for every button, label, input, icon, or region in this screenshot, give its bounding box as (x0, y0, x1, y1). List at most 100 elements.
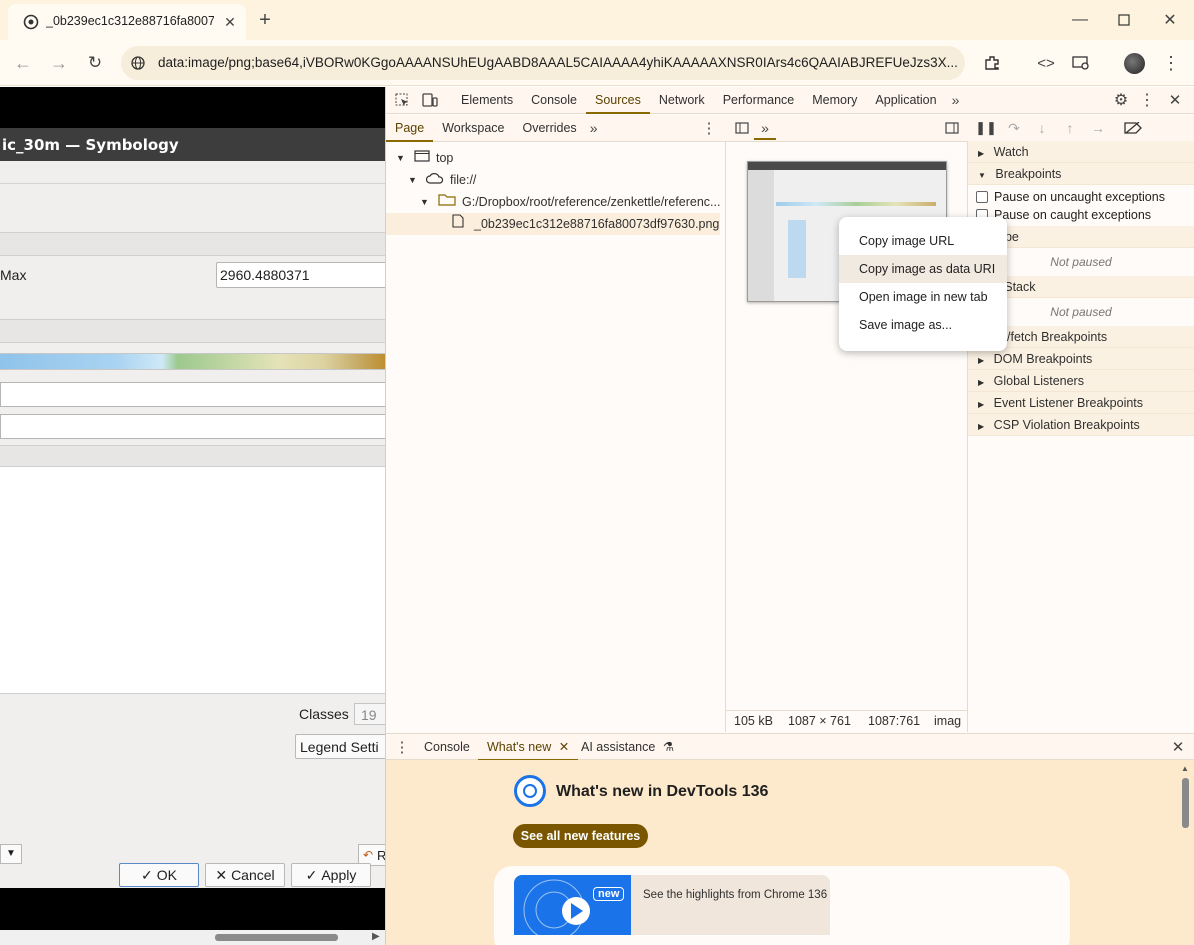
address-bar[interactable]: data:image/png;base64,iVBORw0KGgoAAAANSU… (121, 46, 965, 80)
classes-table[interactable] (0, 467, 385, 694)
close-devtools-icon[interactable]: ✕ (1164, 89, 1186, 111)
forward-icon[interactable]: → (48, 52, 70, 74)
expand-arrow-icon: ▼ (420, 197, 429, 207)
checkbox[interactable] (976, 191, 988, 203)
deactivate-breakpoints-icon[interactable] (1122, 118, 1144, 138)
tab-console[interactable]: Console (522, 87, 586, 114)
close-window-icon[interactable]: ✕ (1158, 8, 1182, 32)
scroll-right-icon[interactable]: ▶ (372, 931, 380, 942)
toggle-debugger-icon[interactable] (942, 118, 962, 138)
pause-uncaught-row[interactable]: Pause on uncaught exceptions (976, 188, 1165, 206)
extensions-icon[interactable] (980, 51, 1004, 75)
ok-button[interactable]: ✓ OK (119, 863, 199, 887)
tab-overrides[interactable]: Overrides (514, 115, 586, 142)
global-listeners-section[interactable]: ▶ Global Listeners (968, 370, 1194, 392)
color-ramp[interactable] (0, 353, 385, 370)
minimize-icon[interactable]: — (1068, 8, 1092, 32)
dark-footer (0, 888, 385, 930)
tab-page[interactable]: Page (386, 115, 434, 142)
drawer-kebab-icon[interactable]: ⋮ (394, 736, 410, 758)
favicon-icon (22, 13, 40, 31)
menu-copy-image-url[interactable]: Copy image URL (839, 227, 1007, 255)
tab-elements[interactable]: Elements (452, 87, 522, 114)
max-label: Max (0, 267, 27, 283)
breakpoints-section[interactable]: ▼ Breakpoints (968, 163, 1194, 185)
reload-icon[interactable]: ↻ (84, 52, 106, 74)
tree-item-folder[interactable]: ▼ G:/Dropbox/root/reference/zenkettle/re… (420, 191, 720, 213)
partial-button-label: R (377, 848, 386, 863)
editor-tabbar: » (726, 115, 968, 142)
maximize-icon[interactable] (1112, 8, 1136, 32)
menu-copy-data-uri[interactable]: Copy image as data URI (839, 255, 1007, 283)
highlights-video-link[interactable]: new See the highlights from Chrome 136 (514, 875, 830, 935)
tab-application[interactable]: Application (866, 87, 945, 114)
devtools-code-icon[interactable]: <> (1034, 51, 1058, 75)
menu-open-new-tab[interactable]: Open image in new tab (839, 283, 1007, 311)
devtools-kebab-icon[interactable]: ⋮ (1138, 89, 1156, 111)
step-icon[interactable]: → (1088, 118, 1108, 138)
tree-item-file[interactable]: ▼ file:// (408, 169, 476, 191)
new-tab-icon[interactable]: + (254, 9, 276, 31)
close-drawer-tab-icon[interactable]: ✕ (559, 740, 569, 754)
drawer-scrollbar[interactable]: ▲ (1180, 764, 1190, 942)
watch-section[interactable]: ▶ Watch (968, 141, 1194, 163)
scroll-up-icon[interactable]: ▲ (1181, 764, 1189, 773)
scrollbar-thumb[interactable] (1182, 778, 1189, 828)
tree-item-top[interactable]: ▼ top (396, 147, 453, 169)
step-out-icon[interactable]: ↑ (1060, 118, 1080, 138)
back-icon[interactable]: ← (12, 52, 34, 74)
classes-spinbox[interactable]: 19 (354, 703, 385, 725)
step-into-icon[interactable]: ↓ (1032, 118, 1052, 138)
image-status-bar: 105 kB 1087 × 761 1087:761 imag (726, 710, 968, 732)
settings-gear-icon[interactable]: ⚙ (1110, 89, 1132, 111)
blank-field[interactable] (0, 382, 385, 407)
collapsed-arrow-icon: ▶ (978, 400, 985, 409)
tree-item-png[interactable]: _0b239ec1c312e88716fa80073df97630.png (386, 213, 720, 235)
mode-combobox[interactable]: ▼ (0, 844, 22, 864)
cancel-button[interactable]: ✕ Cancel (205, 863, 285, 887)
tab-performance[interactable]: Performance (714, 87, 804, 114)
tab-network[interactable]: Network (650, 87, 714, 114)
device-toolbar-icon[interactable] (418, 87, 442, 114)
navigator-kebab-icon[interactable]: ⋮ (700, 117, 718, 139)
open-file-tab-icon[interactable]: » (754, 118, 776, 140)
blank-field[interactable] (0, 414, 385, 439)
more-navigator-icon[interactable]: » (586, 115, 602, 142)
drawer-tab-whats-new[interactable]: What's new ✕ (478, 734, 579, 761)
apply-button[interactable]: ✓ Apply (291, 863, 371, 887)
tab-workspace[interactable]: Workspace (433, 115, 513, 142)
inspect-element-icon[interactable] (386, 87, 418, 114)
menu-save-image[interactable]: Save image as... (839, 311, 1007, 339)
status-mime: imag (934, 714, 962, 728)
close-tab-icon[interactable]: ✕ (220, 12, 240, 32)
browser-tab[interactable]: _0b239ec1c312e88716fa80073d ✕ (8, 4, 246, 40)
horizontal-scrollbar[interactable]: ▶ (0, 930, 385, 945)
see-all-features-button[interactable]: See all new features (513, 824, 648, 848)
event-listener-section[interactable]: ▶ Event Listener Breakpoints (968, 392, 1194, 414)
site-info-icon[interactable] (129, 54, 147, 72)
csp-violation-section[interactable]: ▶ CSP Violation Breakpoints (968, 414, 1194, 436)
status-ratio: 1087:761 (868, 714, 921, 728)
tree-label-file: file:// (450, 173, 477, 187)
url-text: data:image/png;base64,iVBORw0KGgoAAAANSU… (158, 55, 958, 70)
video-thumbnail[interactable]: new (514, 875, 631, 935)
event-label: Event Listener Breakpoints (993, 396, 1144, 410)
legend-settings-button[interactable]: Legend Setti (295, 734, 385, 759)
symbology-dialog: ic_30m — Symbology Max 2960.4880371 Clas… (0, 87, 386, 945)
pause-caught-label: Pause on caught exceptions (994, 208, 1152, 222)
tab-sources[interactable]: Sources (585, 87, 650, 114)
step-over-icon[interactable]: ↷ (1004, 118, 1024, 138)
max-input[interactable]: 2960.4880371 (216, 262, 385, 288)
close-drawer-icon[interactable]: ✕ (1168, 736, 1188, 758)
drawer-tab-console[interactable]: Console (415, 734, 479, 761)
dom-breakpoints-section[interactable]: ▶ DOM Breakpoints (968, 348, 1194, 370)
more-tabs-icon[interactable]: » (946, 87, 966, 114)
profile-avatar[interactable] (1124, 53, 1145, 74)
drawer-tab-ai[interactable]: AI assistance ⚗ (572, 734, 683, 761)
scrollbar-thumb[interactable] (215, 934, 338, 941)
cast-search-icon[interactable] (1069, 51, 1093, 75)
menu-kebab-icon[interactable]: ⋮ (1160, 51, 1182, 75)
tab-memory[interactable]: Memory (803, 87, 866, 114)
toggle-navigator-icon[interactable] (732, 118, 752, 138)
pause-icon[interactable]: ❚❚ (975, 118, 997, 138)
